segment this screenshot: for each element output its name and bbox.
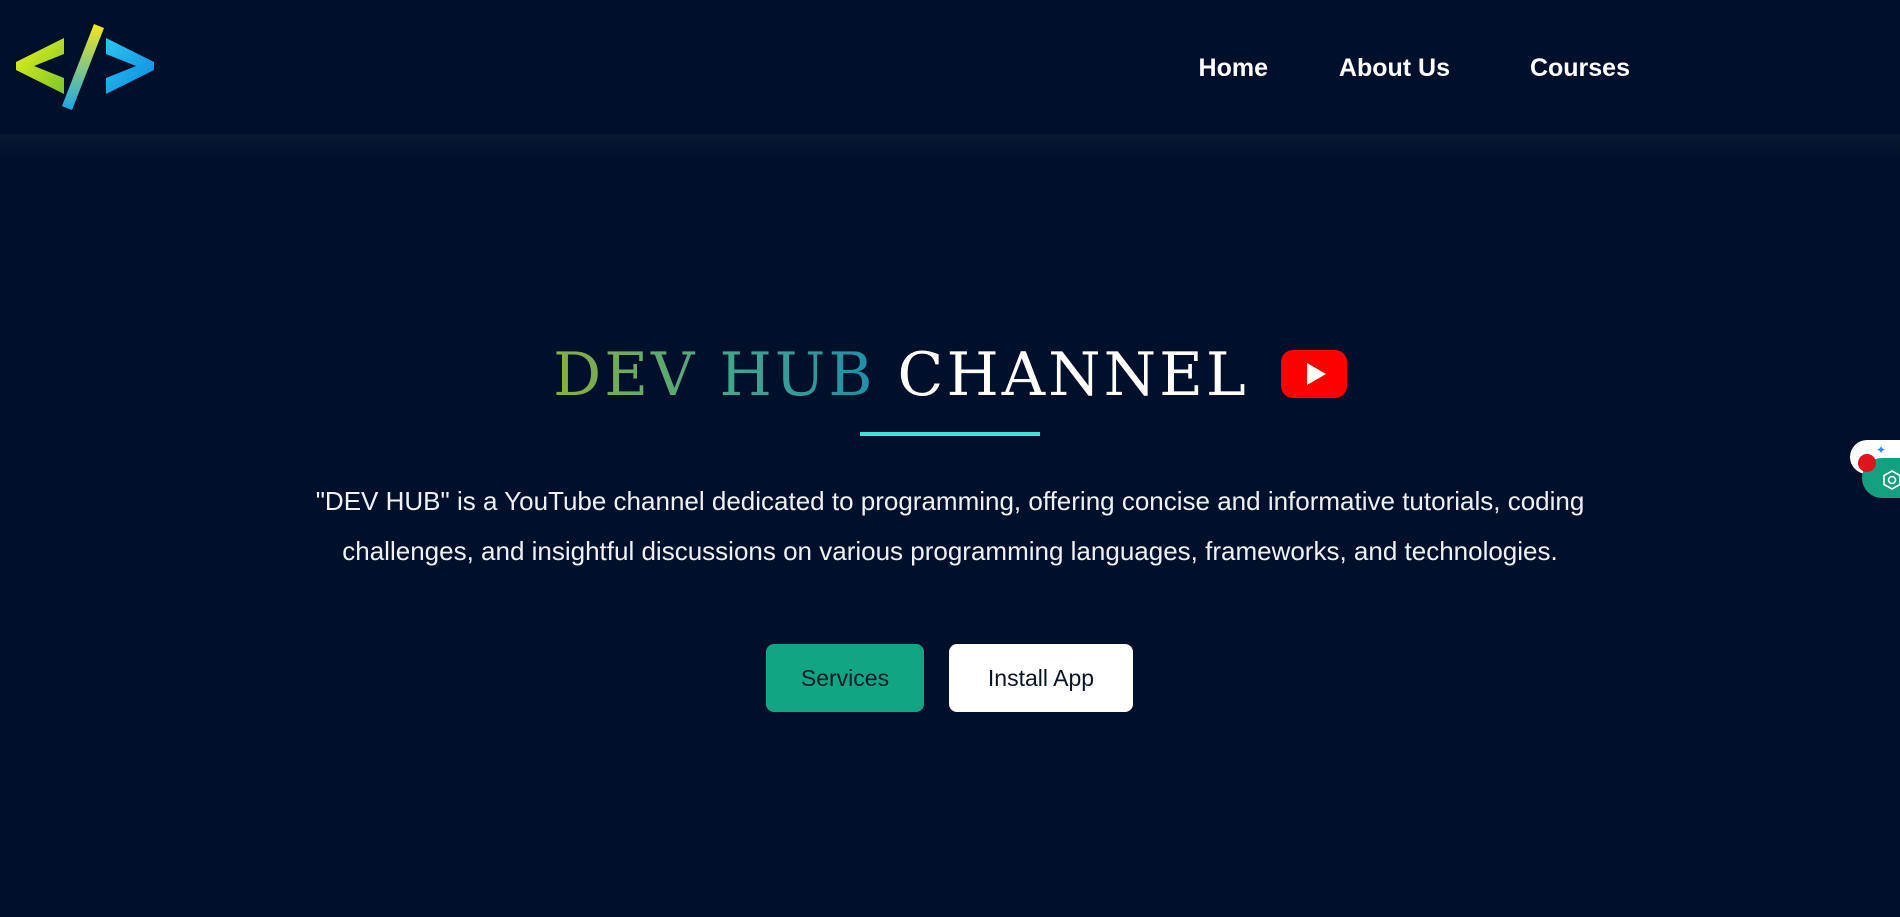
title-underline — [860, 432, 1040, 436]
nav-link-courses[interactable]: Courses — [1530, 50, 1630, 86]
site-header: Home About Us Courses — [0, 0, 1900, 136]
services-button[interactable]: Services — [766, 644, 924, 712]
gear-icon[interactable] — [1882, 470, 1900, 490]
page: Home About Us Courses DEV HUB CHANNEL "D… — [0, 0, 1900, 917]
hero-title-main: CHANNEL — [897, 340, 1249, 410]
nav-link-about-us[interactable]: About Us — [1339, 50, 1450, 86]
floating-side-widget[interactable]: ✦ — [1850, 440, 1900, 500]
record-dot-icon — [1858, 454, 1876, 472]
youtube-play-icon[interactable] — [1280, 350, 1347, 399]
nav-link-home[interactable]: Home — [1199, 50, 1268, 86]
code-brackets-logo-icon[interactable] — [14, 24, 156, 110]
header-divider — [0, 134, 1900, 160]
install-app-button[interactable]: Install App — [949, 644, 1133, 712]
hero-title-accent: DEV HUB — [553, 340, 876, 410]
sparkle-icon: ✦ — [1876, 443, 1887, 457]
hero-description: "DEV HUB" is a YouTube channel dedicated… — [315, 486, 1585, 566]
hero-title: DEV HUB CHANNEL — [0, 337, 1900, 413]
